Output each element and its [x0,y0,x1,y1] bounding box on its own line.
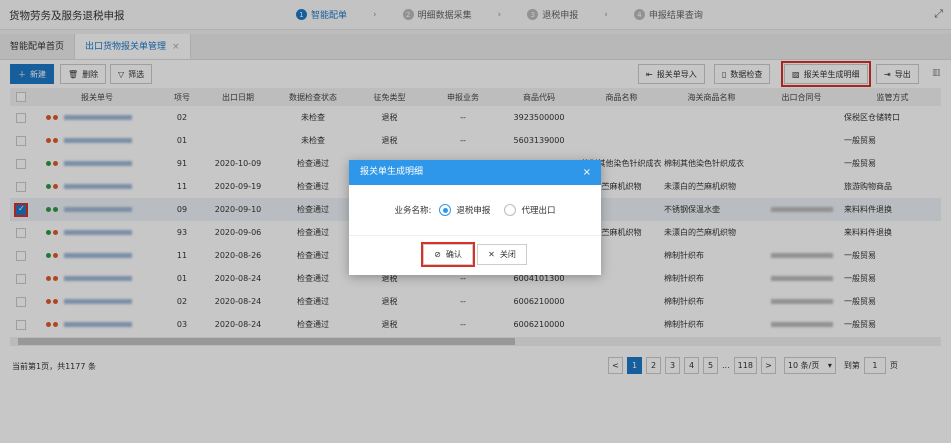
check-circle-icon: ⊘ [434,250,441,259]
dialog-header: 报关单生成明细 × [349,160,601,185]
radio-checked-icon [439,204,452,216]
generate-detail-dialog: 报关单生成明细 × 业务名称: 退税申报 代理出口 ⊘ 确认 ✕ 关闭 [349,160,601,275]
radio-unchecked-icon [504,204,517,216]
radio-tax-refund[interactable]: 退税申报 [439,204,490,216]
business-name-label: 业务名称: [394,206,432,216]
close-icon: ✕ [488,250,495,259]
cancel-button[interactable]: ✕ 关闭 [477,244,527,265]
confirm-button[interactable]: ⊘ 确认 [421,242,475,267]
dialog-title: 报关单生成明细 [360,167,424,177]
close-icon[interactable]: × [583,160,591,185]
radio-agent-export[interactable]: 代理出口 [504,204,555,216]
